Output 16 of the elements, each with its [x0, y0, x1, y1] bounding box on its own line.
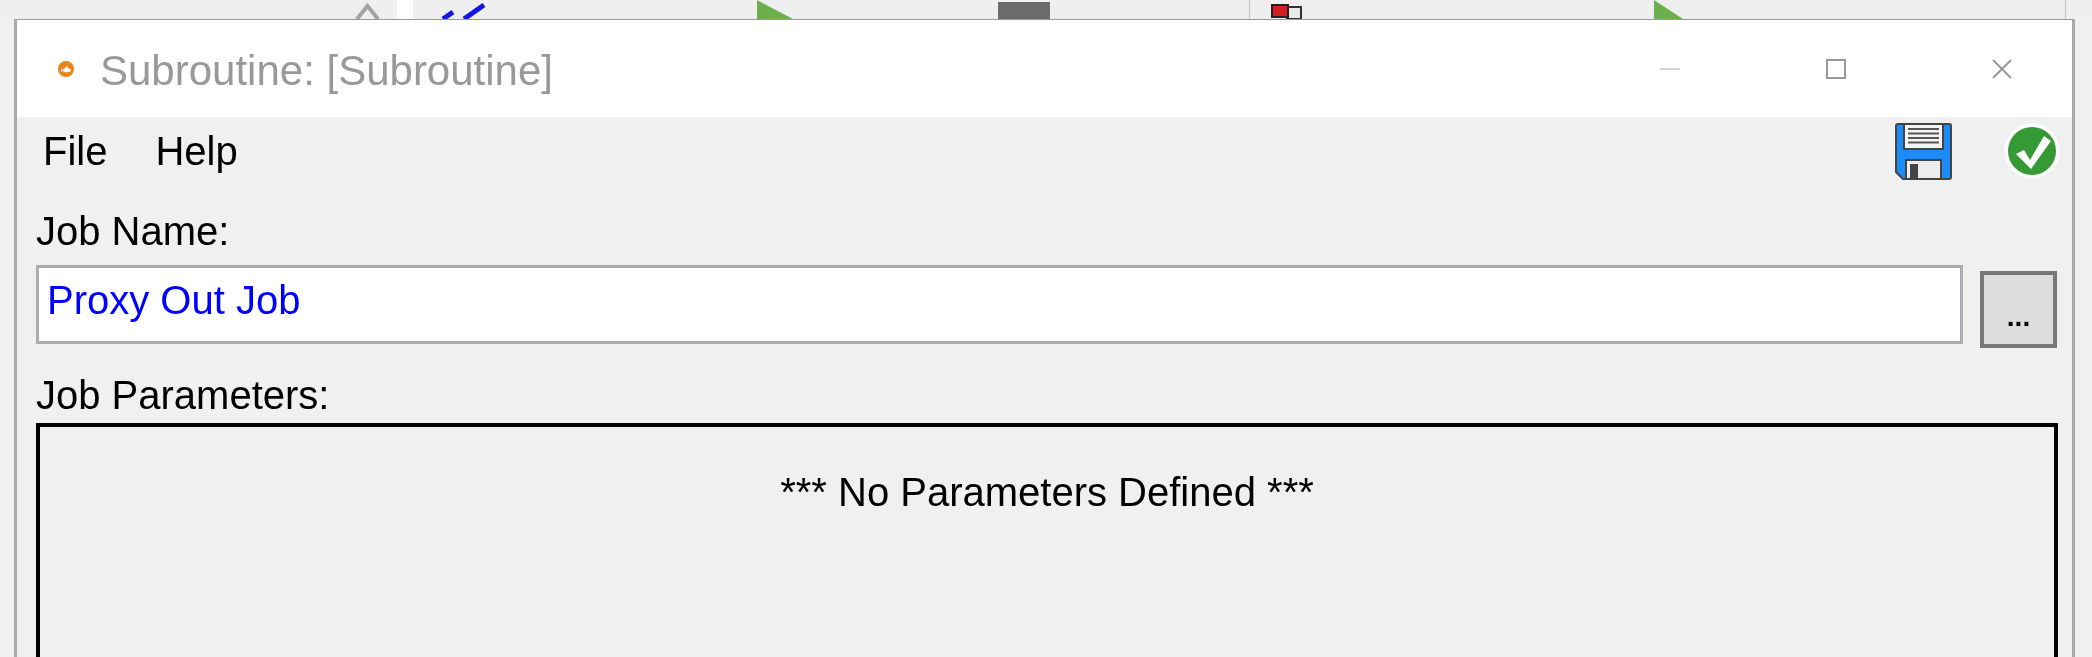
node-icon[interactable]: [1271, 4, 1303, 19]
ellipsis-button[interactable]: ...: [1980, 271, 2057, 348]
checkmark-icon[interactable]: [440, 3, 487, 19]
job-name-label: Job Name:: [36, 208, 230, 254]
job-name-field[interactable]: Proxy Out Job: [36, 265, 1963, 344]
window-title: Subroutine: [Subroutine]: [100, 46, 553, 95]
close-icon[interactable]: [1992, 58, 2012, 79]
submarine-icon: [58, 60, 74, 77]
checkmark-icon[interactable]: [2004, 123, 2060, 179]
save-icon[interactable]: [1895, 123, 1952, 180]
menu-item[interactable]: File: [30, 117, 121, 185]
job-parameters-label: Job Parameters:: [36, 372, 330, 418]
empty-message: *** No Parameters Defined ***: [780, 469, 1314, 515]
maximize-icon[interactable]: [1826, 58, 1846, 79]
menu-item[interactable]: Help: [142, 117, 251, 185]
chevron-up-icon[interactable]: [355, 3, 380, 19]
